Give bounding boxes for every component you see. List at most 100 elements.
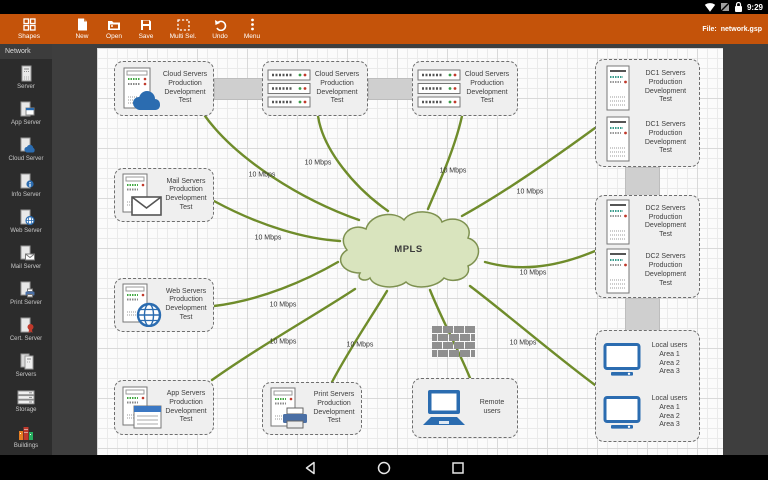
save-button[interactable]: Save [130, 14, 162, 44]
tower-server-icon [600, 248, 636, 294]
open-folder-icon [108, 20, 120, 30]
palette-header: Network [0, 44, 52, 59]
open-button[interactable]: Open [98, 14, 130, 44]
node-label: Cloud Servers Production Development Tes… [162, 71, 208, 105]
node-label: DC2 Servers Production Development Test [644, 253, 687, 287]
node-label: Local users Area 1 Area 2 Area 3 [651, 395, 688, 429]
status-bar: 9:29 [0, 0, 768, 14]
desktop-monitor-icon [600, 342, 644, 377]
node-label: DC2 Servers Production Development Test [644, 204, 687, 238]
node-remote-users[interactable]: Remote users [412, 378, 518, 438]
diagram-canvas[interactable]: 10 Mbps 10 Mbps 10 Mbps 10 Mbps 10 Mbps … [97, 48, 723, 455]
palette-item-web-server[interactable]: Web Server [0, 203, 52, 239]
link-mpls-local[interactable] [468, 284, 597, 387]
web-server-icon [20, 209, 35, 225]
print-server-icon [20, 281, 34, 297]
link-label: 10 Mbps [269, 338, 297, 346]
node-app-servers[interactable]: App Servers Production Development Test [114, 380, 214, 435]
palette-item-app-server[interactable]: App Server [0, 95, 52, 131]
node-label: Print Servers Production Development Tes… [313, 391, 355, 425]
undo-button[interactable]: Undo [204, 14, 236, 44]
file-info: File: network.gsp [702, 14, 762, 44]
lock-icon [734, 2, 742, 12]
new-file-icon [78, 18, 87, 31]
save-floppy-icon [141, 19, 151, 30]
app-server-icon [119, 386, 163, 430]
no-signal-icon [720, 2, 730, 12]
node-cloud-servers-2[interactable]: Cloud Servers Production Development Tes… [262, 61, 368, 116]
node-cloud-servers-1[interactable]: Cloud Servers Production Development Tes… [114, 61, 214, 116]
link-label: 10 Mbps [346, 341, 374, 349]
tower-server-icon [600, 65, 636, 111]
toolbar: Shapes New Open Save Multi Sel. Undo Men… [0, 14, 768, 44]
link-label: 10 Mbps [519, 269, 547, 277]
file-name: network.gsp [720, 25, 762, 33]
desktop-monitor-icon [600, 395, 644, 430]
node-cloud-servers-3[interactable]: Cloud Servers Production Development Tes… [412, 61, 518, 116]
recents-button[interactable] [449, 459, 467, 477]
node-dc1-servers[interactable]: DC1 Servers Production Development Test … [595, 59, 700, 167]
palette-item-print-server[interactable]: Print Server [0, 275, 52, 311]
firewall-icon[interactable] [432, 326, 475, 363]
link-label: 10 Mbps [254, 234, 282, 242]
storage-icon [17, 390, 35, 404]
link-mpls-print[interactable] [330, 289, 389, 384]
back-icon [305, 461, 315, 474]
link-mpls-cloud1[interactable] [203, 114, 361, 222]
node-local-users[interactable]: Local users Area 1 Area 2 Area 3 Local u… [595, 330, 700, 442]
android-nav-bar [0, 455, 768, 480]
node-label: App Servers Production Development Test [165, 390, 207, 424]
palette-item-cloud-server[interactable]: Cloud Server [0, 131, 52, 167]
rack-servers-icon [267, 69, 311, 109]
palette-item-servers[interactable]: Servers [0, 347, 52, 383]
cloud-server-icon [20, 137, 35, 152]
app-server-icon [20, 101, 34, 116]
toolbar-separator [52, 14, 66, 44]
clock: 9:29 [746, 2, 763, 12]
multi-select-icon [176, 18, 190, 31]
palette-item-cert-server[interactable]: Cert. Server [0, 311, 52, 347]
multi-select-button[interactable]: Multi Sel. [162, 14, 204, 44]
node-label: DC1 Servers Production Development Test [644, 121, 687, 155]
link-mpls-dc2[interactable] [483, 249, 597, 269]
recents-icon [452, 461, 464, 474]
mail-server-icon [119, 173, 163, 217]
palette-item-info-server[interactable]: Info Server [0, 167, 52, 203]
back-button[interactable] [301, 459, 319, 477]
link-mpls-dc1[interactable] [460, 126, 597, 218]
palette-item-buildings[interactable]: Buildings [0, 419, 52, 455]
link-mpls-cloud3[interactable] [426, 114, 464, 211]
link-mpls-web[interactable] [212, 260, 340, 308]
mpls-cloud-node[interactable]: MPLS [330, 206, 487, 292]
menu-button[interactable]: Menu [236, 14, 268, 44]
new-button[interactable]: New [66, 14, 98, 44]
overflow-menu-icon [250, 18, 254, 31]
node-mail-servers[interactable]: Mail Servers Production Development Test [114, 168, 214, 222]
home-button[interactable] [375, 459, 393, 477]
mail-server-icon [20, 245, 35, 260]
canvas-background: 10 Mbps 10 Mbps 10 Mbps 10 Mbps 10 Mbps … [52, 44, 768, 455]
shapes-button[interactable]: Shapes [6, 14, 52, 44]
palette-item-mail-server[interactable]: Mail Server [0, 239, 52, 275]
home-icon [377, 461, 391, 474]
mpls-label: MPLS [394, 243, 423, 255]
print-server-icon [267, 387, 311, 431]
palette-item-server[interactable]: Server [0, 59, 52, 95]
node-label: Cloud Servers Production Development Tes… [464, 71, 510, 105]
tower-server-icon [600, 116, 636, 162]
node-label: Mail Servers Production Development Test [165, 177, 207, 211]
node-web-servers[interactable]: Web Servers Production Development Test [114, 278, 214, 332]
node-label: Remote users [479, 399, 505, 415]
laptop-icon [417, 389, 471, 427]
server-icon [21, 65, 32, 81]
link-label: 10 Mbps [509, 339, 537, 347]
node-print-servers[interactable]: Print Servers Production Development Tes… [262, 382, 362, 435]
shape-palette-sidebar: Network Server App Server Cloud Server I… [0, 44, 52, 455]
cert-server-icon [20, 317, 33, 333]
palette-item-storage[interactable]: Storage [0, 383, 52, 419]
servers-icon [20, 353, 33, 369]
node-dc2-servers[interactable]: DC2 Servers Production Development Test … [595, 195, 700, 298]
undo-icon [214, 19, 226, 31]
link-label: 10 Mbps [304, 159, 332, 167]
file-label: File: [702, 25, 717, 33]
